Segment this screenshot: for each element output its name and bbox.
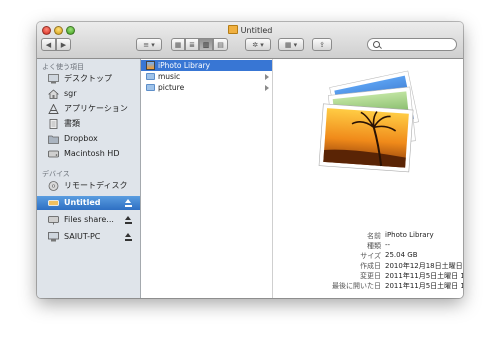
info-value-modified: 2011年11月5日土曜日 16:23 [385, 272, 463, 280]
preview-pane: 名前 iPhoto Library 種類 -- サイズ 25.04 GB 作成日… [273, 59, 463, 298]
documents-icon [49, 119, 58, 129]
eject-icon[interactable] [125, 233, 132, 241]
sidebar-item-dropbox[interactable]: Dropbox [37, 132, 140, 146]
iphoto-library-icon [146, 61, 155, 70]
iphoto-library-preview-icon [318, 70, 420, 173]
pc-icon [48, 232, 59, 242]
info-value-name: iPhoto Library [385, 231, 434, 239]
info-value-created: 2010年12月18日土曜日 0:48 [385, 262, 463, 270]
info-label-last-opened: 最後に開いた日 [332, 282, 381, 290]
info-label-size: サイズ [360, 252, 381, 260]
sidebar-item-macintosh-hd[interactable]: Macintosh HD [37, 147, 140, 161]
file-column: iPhoto Library music picture [141, 59, 273, 298]
eject-icon[interactable] [125, 199, 132, 207]
network-drive-icon [48, 216, 59, 225]
eject-icon[interactable] [125, 216, 132, 224]
arrange-menu-button[interactable]: ≡ ▾ [136, 38, 162, 51]
sidebar-item-documents[interactable]: 書類 [37, 117, 140, 131]
info-value-last-opened: 2011年11月5日土曜日 16:23 [385, 282, 463, 290]
drive-icon [227, 25, 238, 34]
sidebar-item-remote-disc[interactable]: リモートディスク [37, 179, 140, 193]
favorites-header: よく使う項目 [42, 63, 84, 71]
disclosure-arrow-icon [265, 85, 269, 91]
title-bar: Untitled ◀ ▶ ≡ ▾ ▦ ≣ ▥ ▤ ✲ ▾ ▦ ▾ ⇪ [37, 22, 463, 59]
applications-icon [48, 104, 59, 114]
folder-icon [48, 135, 59, 144]
share-button[interactable]: ⇪ [312, 38, 332, 51]
drive-icon [48, 200, 59, 206]
sidebar-item-applications[interactable]: アプリケーション [37, 102, 140, 116]
info-label-modified: 変更日 [360, 272, 381, 280]
sidebar: よく使う項目 デスクトップ sgr アプリケーション 書類 Dropbox Ma… [37, 59, 141, 298]
sidebar-item-files-share[interactable]: Files share... [37, 213, 140, 227]
folder-icon [146, 84, 155, 91]
remote-disc-icon [48, 181, 59, 191]
list-item-picture[interactable]: picture [141, 82, 272, 93]
hard-drive-icon [48, 150, 59, 158]
window-title: Untitled [37, 25, 463, 35]
column-view-button[interactable]: ▥ [199, 38, 213, 51]
arrange-group-button[interactable]: ▦ ▾ [278, 38, 304, 51]
info-value-size: 25.04 GB [385, 251, 418, 259]
search-field[interactable] [367, 38, 457, 51]
info-label-name: 名前 [367, 232, 381, 240]
forward-button[interactable]: ▶ [56, 38, 71, 51]
info-label-kind: 種類 [367, 242, 381, 250]
icon-view-button[interactable]: ▦ [171, 38, 185, 51]
info-label-created: 作成日 [360, 262, 381, 270]
devices-header: デバイス [42, 170, 70, 178]
coverflow-view-button[interactable]: ▤ [213, 38, 228, 51]
sidebar-item-home[interactable]: sgr [37, 87, 140, 101]
list-view-button[interactable]: ≣ [185, 38, 199, 51]
list-item-music[interactable]: music [141, 71, 272, 82]
home-icon [48, 89, 59, 99]
search-icon [373, 41, 380, 48]
info-value-kind: -- [385, 241, 391, 249]
disclosure-arrow-icon [265, 74, 269, 80]
back-button[interactable]: ◀ [41, 38, 56, 51]
desktop-icon [48, 74, 59, 84]
sidebar-item-saiut-pc[interactable]: SAIUT-PC [37, 230, 140, 244]
sidebar-item-desktop[interactable]: デスクトップ [37, 72, 140, 86]
list-item-iphoto-library[interactable]: iPhoto Library [141, 60, 272, 71]
finder-window: Untitled ◀ ▶ ≡ ▾ ▦ ≣ ▥ ▤ ✲ ▾ ▦ ▾ ⇪ よく使う項… [37, 22, 463, 298]
folder-icon [146, 73, 155, 80]
sidebar-item-untitled[interactable]: Untitled [37, 196, 140, 210]
action-menu-button[interactable]: ✲ ▾ [245, 38, 271, 51]
